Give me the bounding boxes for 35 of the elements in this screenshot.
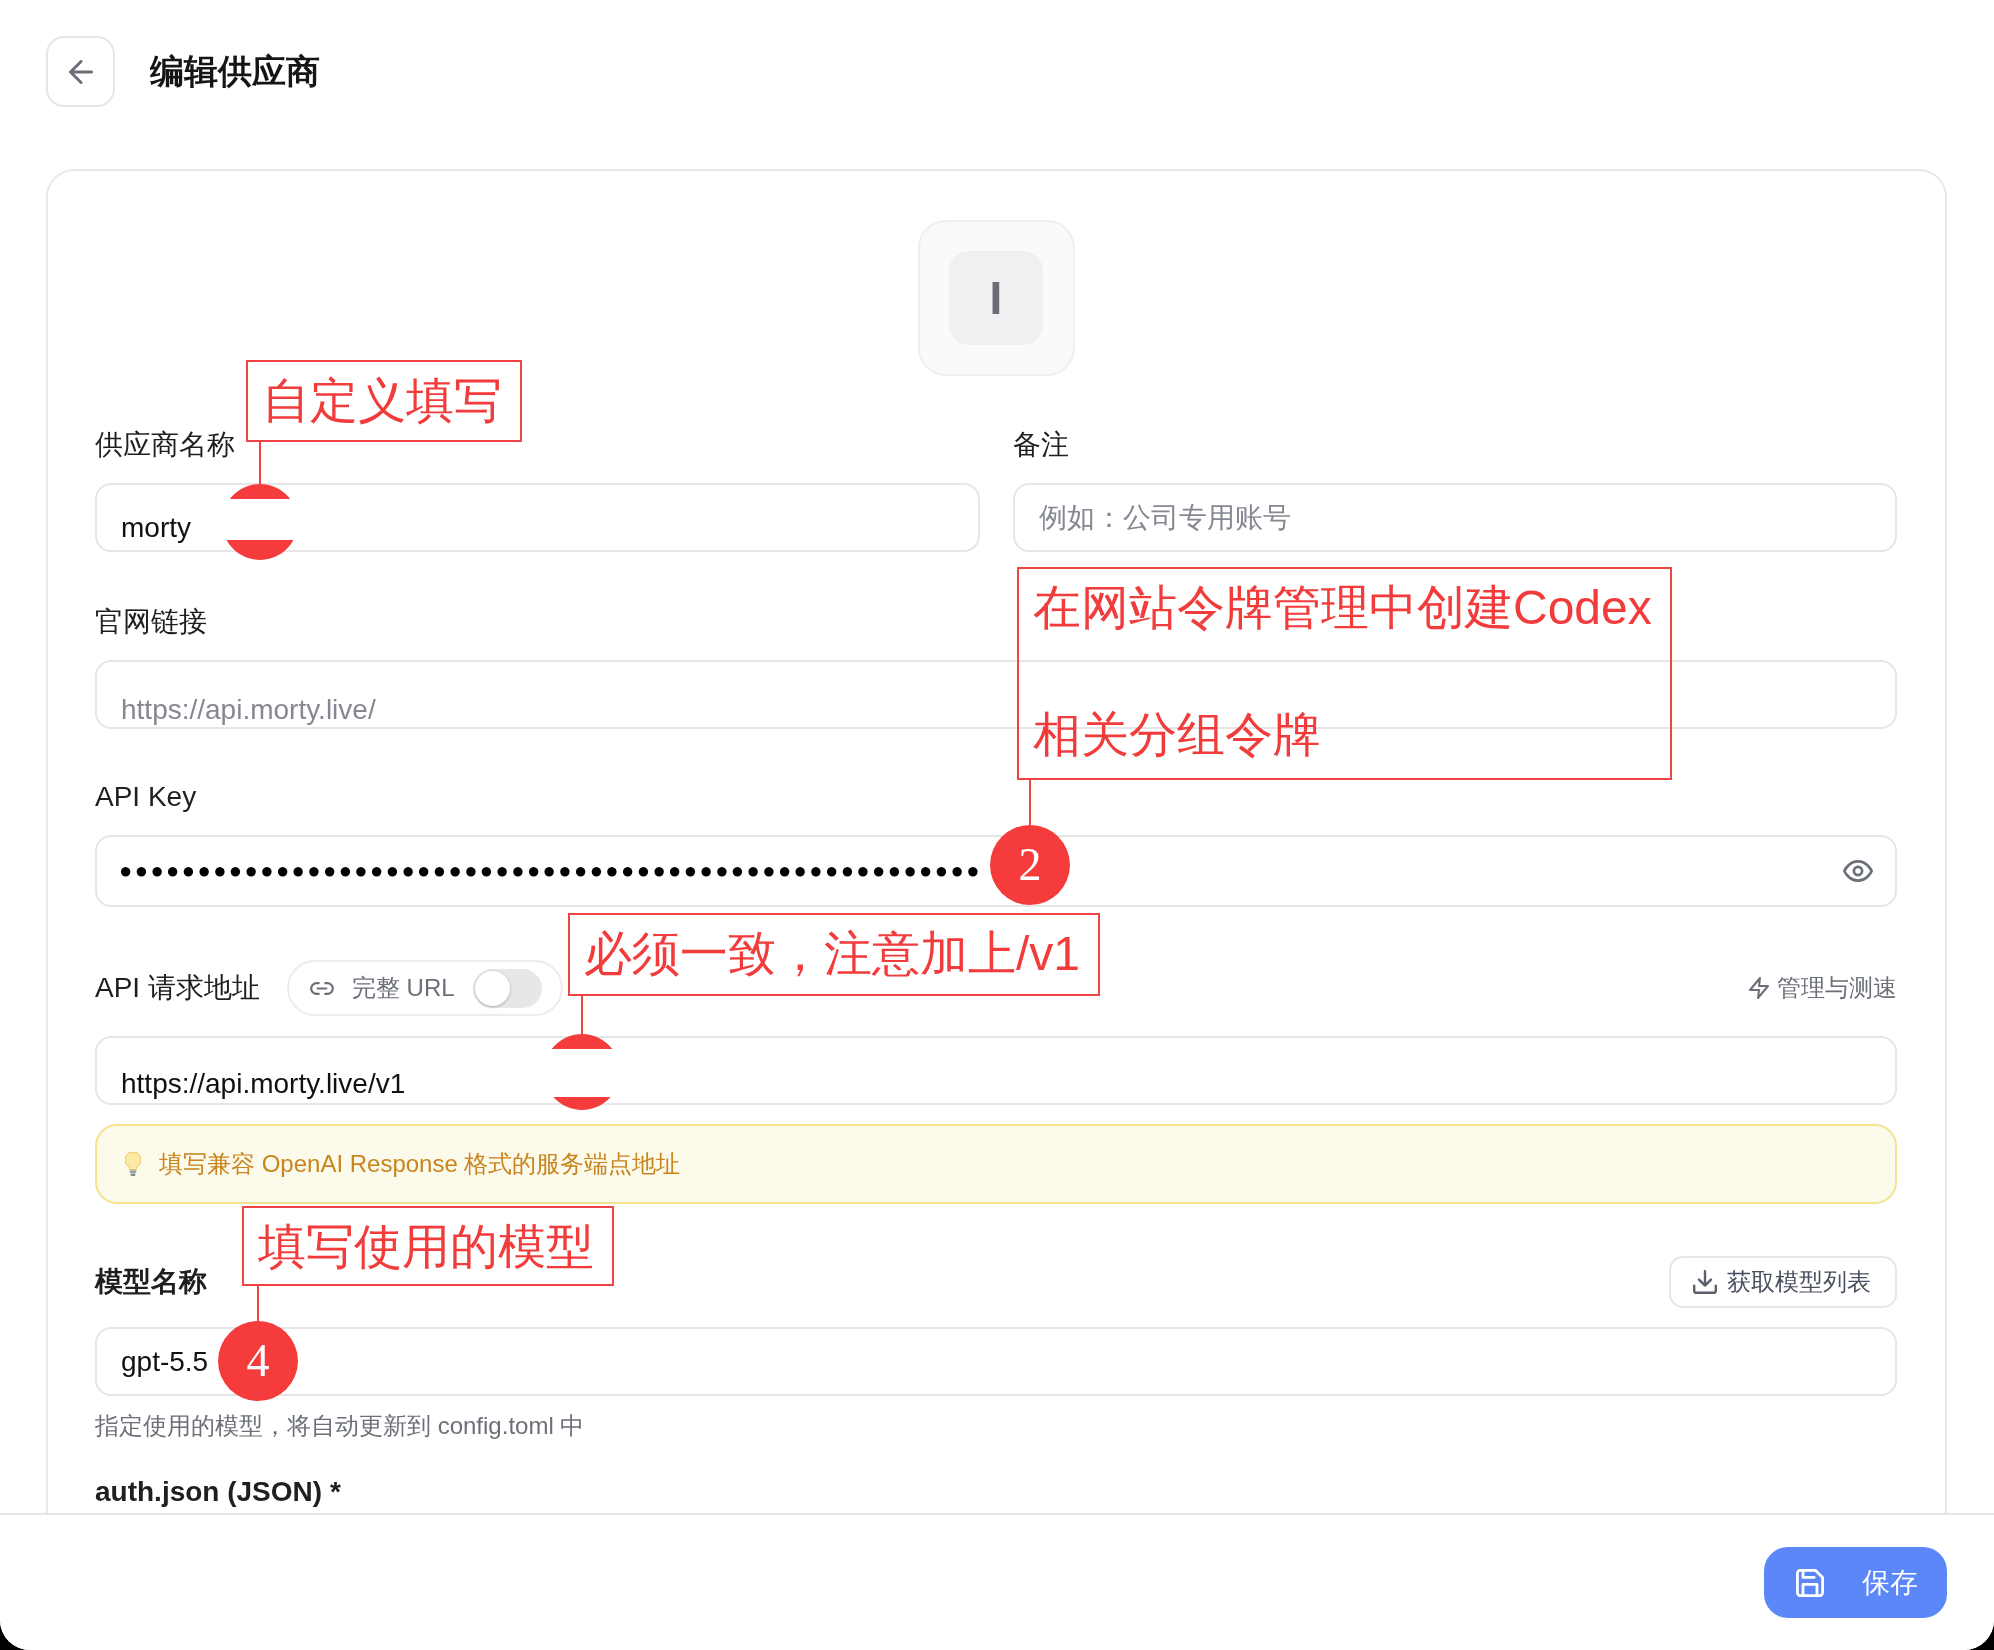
lightning-icon (1749, 977, 1769, 999)
fetch-models-button[interactable]: 获取模型列表 (1669, 1256, 1897, 1308)
avatar-frame[interactable]: I (917, 220, 1075, 376)
eye-icon[interactable] (1843, 860, 1873, 882)
field-label: 备注 (1012, 428, 1069, 462)
field-label: auth.json (JSON) * (95, 1475, 341, 1509)
toggle-switch[interactable] (472, 968, 542, 1008)
download-icon (1693, 1270, 1717, 1294)
field-label: API 请求地址 (95, 971, 260, 1005)
annotation-note: 填写使用的模型 (242, 1206, 614, 1286)
annotation-note: 必须一致，注意加上/v1 (568, 913, 1101, 996)
field-label: API Key (95, 780, 197, 814)
link-icon (309, 981, 334, 995)
field-label: 官网链接 (95, 605, 207, 639)
avatar-tile: I (949, 251, 1043, 345)
leader-line (1029, 780, 1031, 825)
text-field[interactable]: 例如：公司专用账号 (1012, 483, 1897, 552)
leader-line (259, 442, 261, 484)
save-icon (1796, 1568, 1824, 1597)
leader-line (581, 996, 583, 1034)
help-text: 指定使用的模型，将自动更新到 config.toml 中 (95, 1411, 585, 1441)
text-field[interactable]: https://api.morty.live/v1 (95, 1036, 1897, 1105)
lightbulb-icon (125, 1152, 141, 1176)
back-button[interactable] (46, 36, 115, 107)
leader-line (257, 1286, 259, 1321)
text-field[interactable]: morty (95, 483, 980, 552)
field-label: 供应商名称 (95, 428, 235, 462)
page-title: 编辑供应商 (150, 51, 320, 92)
hint-text: 填写兼容 OpenAI Response 格式的服务端点地址 (159, 1149, 681, 1179)
back-arrow-icon (68, 59, 93, 84)
annotation-note: 自定义填写 (246, 360, 522, 442)
annotation-note: 在网站令牌管理中创建Codex 相关分组令牌 (1017, 567, 1672, 780)
manage-link[interactable]: 管理与测速 (1749, 972, 1897, 1004)
field-label: 模型名称 (95, 1265, 207, 1299)
full-url-toggle[interactable]: 完整 URL (286, 960, 563, 1016)
